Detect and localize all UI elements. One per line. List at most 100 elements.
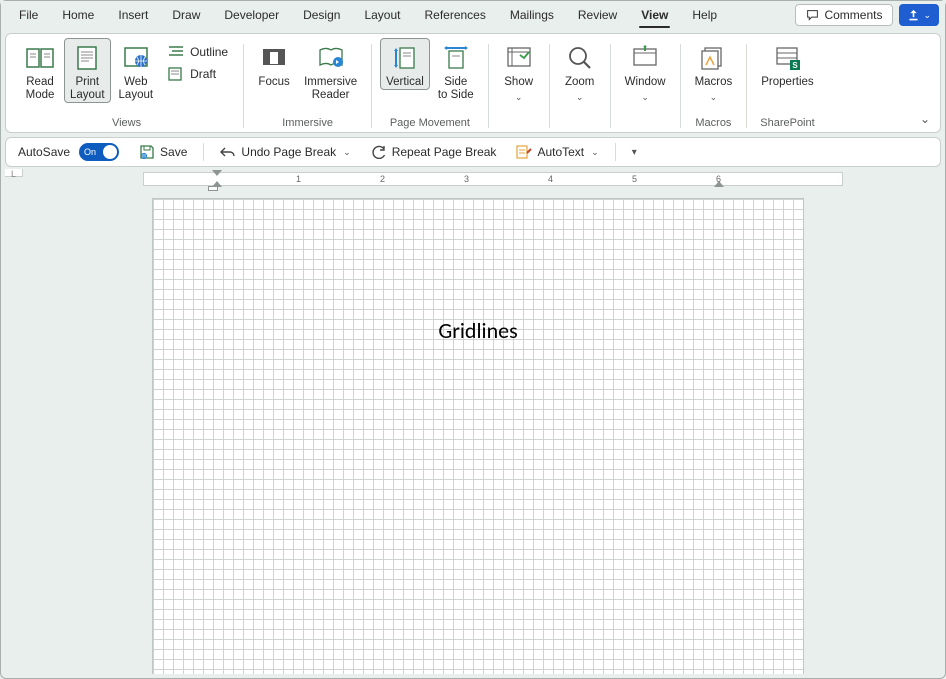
tab-draw[interactable]: Draw — [160, 4, 212, 26]
group-show: Show ⌄ — [491, 38, 547, 134]
group-macros: Macros ⌄ Macros — [683, 38, 745, 134]
chevron-down-icon: ⌄ — [515, 91, 523, 104]
save-button[interactable]: Save — [135, 142, 191, 162]
collapse-ribbon-button[interactable]: ⌄ — [920, 112, 930, 126]
chevron-down-icon: ⌄ — [591, 147, 599, 158]
focus-label: Focus — [258, 76, 289, 89]
macros-label: Macros — [695, 76, 733, 89]
comments-button[interactable]: Comments — [795, 4, 893, 26]
tab-references[interactable]: References — [412, 4, 497, 26]
immersive-reader-label: Immersive Reader — [304, 76, 357, 102]
left-indent-marker[interactable] — [208, 186, 218, 191]
quick-access-bar: AutoSave On Save Undo Page Break ⌄ Repea… — [5, 137, 941, 167]
window-label: Window — [625, 76, 666, 89]
zoom-icon — [564, 42, 596, 74]
tab-design[interactable]: Design — [291, 4, 352, 26]
window-icon — [629, 42, 661, 74]
menu-bar: File Home Insert Draw Developer Design L… — [1, 1, 945, 29]
save-label: Save — [160, 145, 187, 159]
document-heading: Gridlines — [153, 317, 803, 344]
outline-icon — [168, 45, 184, 59]
outline-label: Outline — [190, 45, 228, 59]
ruler-number: 2 — [380, 174, 385, 184]
svg-text:S: S — [793, 61, 799, 70]
focus-icon — [258, 42, 290, 74]
chevron-down-icon: ⌄ — [710, 91, 718, 104]
chevron-down-icon: ⌄ — [923, 10, 931, 21]
horizontal-ruler[interactable]: 1 2 3 4 5 6 — [23, 169, 941, 187]
properties-button[interactable]: S Properties — [755, 38, 819, 90]
tab-help[interactable]: Help — [680, 4, 729, 26]
autosave-toggle[interactable]: AutoSave On — [14, 141, 123, 163]
repeat-label: Repeat Page Break — [392, 145, 497, 159]
tab-label: File — [19, 8, 38, 22]
tab-insert[interactable]: Insert — [106, 4, 160, 26]
group-immersive: Focus Immersive Reader Immersive — [246, 38, 369, 134]
vertical-label: Vertical — [386, 76, 424, 89]
draft-icon — [168, 67, 184, 81]
customize-quickbar-button[interactable]: ▾ — [628, 145, 641, 160]
tab-file[interactable]: File — [7, 4, 50, 26]
document-page[interactable]: Gridlines — [153, 199, 803, 674]
macros-button[interactable]: Macros ⌄ — [689, 38, 739, 105]
immersive-reader-icon — [315, 42, 347, 74]
vertical-icon — [389, 42, 421, 74]
web-layout-button[interactable]: Web Layout — [113, 38, 160, 103]
tab-mailings[interactable]: Mailings — [498, 4, 566, 26]
autosave-label: AutoSave — [18, 145, 70, 159]
immersive-reader-button[interactable]: Immersive Reader — [298, 38, 363, 103]
tab-review[interactable]: Review — [566, 4, 629, 26]
ruler-number: 3 — [464, 174, 469, 184]
ruler-number: 4 — [548, 174, 553, 184]
zoom-button[interactable]: Zoom ⌄ — [558, 38, 602, 105]
repeat-button[interactable]: Repeat Page Break — [367, 143, 501, 161]
comments-label: Comments — [824, 8, 882, 22]
group-views: Read Mode Print Layout Web Layout — [12, 38, 241, 134]
save-icon — [139, 144, 155, 160]
comment-icon — [806, 9, 819, 22]
chevron-down-icon: ⌄ — [343, 147, 351, 158]
undo-button[interactable]: Undo Page Break ⌄ — [216, 143, 354, 161]
chevron-down-icon: ⌄ — [576, 91, 584, 104]
toggle-on-icon: On — [79, 143, 119, 161]
vertical-button[interactable]: Vertical — [380, 38, 430, 90]
draft-label: Draft — [190, 67, 216, 81]
first-line-indent-marker[interactable] — [212, 170, 222, 176]
window-button[interactable]: Window ⌄ — [619, 38, 672, 105]
chevron-down-icon: ⌄ — [641, 91, 649, 104]
tab-view[interactable]: View — [629, 4, 680, 26]
document-area: L 1 2 3 4 5 6 Gridlines — [5, 169, 941, 674]
web-layout-icon — [120, 42, 152, 74]
side-to-side-button[interactable]: Side to Side — [432, 38, 480, 103]
read-mode-button[interactable]: Read Mode — [18, 38, 62, 103]
overflow-icon: ▾ — [632, 147, 637, 158]
print-layout-button[interactable]: Print Layout — [64, 38, 111, 103]
tab-layout[interactable]: Layout — [352, 4, 412, 26]
tab-home[interactable]: Home — [50, 4, 106, 26]
outline-button[interactable]: Outline — [161, 42, 235, 62]
print-layout-icon — [71, 42, 103, 74]
focus-button[interactable]: Focus — [252, 38, 296, 90]
web-layout-label: Web Layout — [119, 76, 154, 102]
group-sharepoint: S Properties SharePoint — [749, 38, 825, 134]
read-mode-label: Read Mode — [26, 76, 55, 102]
draft-button[interactable]: Draft — [161, 64, 235, 84]
autotext-icon — [516, 145, 532, 159]
group-page-movement-label: Page Movement — [380, 116, 480, 130]
tab-label: Mailings — [510, 8, 554, 22]
zoom-label: Zoom — [565, 76, 594, 89]
show-button[interactable]: Show ⌄ — [497, 38, 541, 105]
tab-label: Help — [692, 8, 717, 22]
undo-icon — [220, 145, 236, 159]
share-button[interactable]: ⌄ — [899, 4, 939, 26]
properties-label: Properties — [761, 76, 813, 89]
properties-icon: S — [771, 42, 803, 74]
autotext-label: AutoText — [537, 145, 584, 159]
side-to-side-label: Side to Side — [438, 76, 474, 102]
ribbon: Read Mode Print Layout Web Layout — [5, 33, 941, 133]
tab-label: Insert — [118, 8, 148, 22]
tab-developer[interactable]: Developer — [212, 4, 291, 26]
ruler-number: 5 — [632, 174, 637, 184]
tab-label: Design — [303, 8, 340, 22]
autotext-button[interactable]: AutoText ⌄ — [512, 143, 602, 161]
